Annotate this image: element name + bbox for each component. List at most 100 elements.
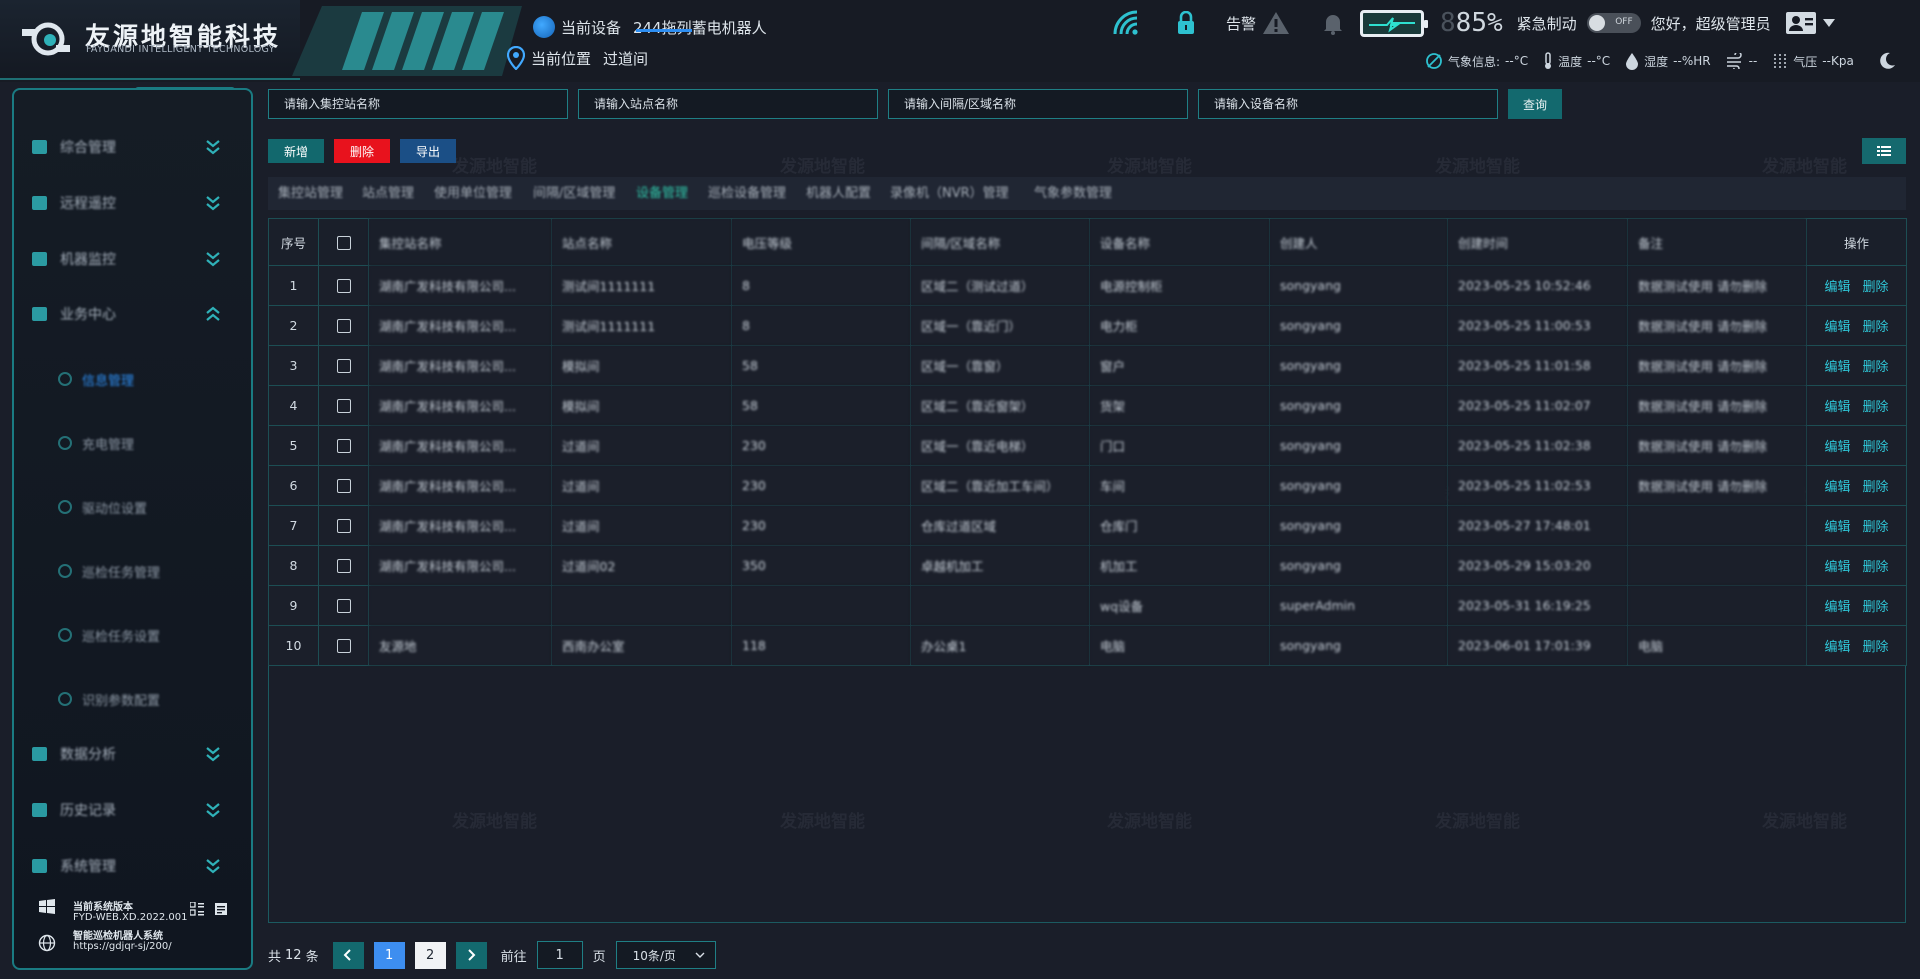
row-checkbox[interactable] (336, 359, 351, 374)
edit-link[interactable]: 编辑 (1824, 360, 1850, 375)
sidebar-sub-drive-position[interactable]: 驱动位设置 (58, 496, 147, 518)
sidebar-item-robot-monitor[interactable]: 机器监控 (32, 246, 232, 272)
tab-weather-params[interactable]: 气象参数管理 (1034, 177, 1112, 210)
tab-site[interactable]: 站点管理 (362, 177, 414, 210)
emergency-toggle[interactable]: OFF (1586, 13, 1641, 33)
device-name-input[interactable] (1198, 89, 1498, 119)
cell-select[interactable] (318, 545, 369, 586)
sidebar-sub-task-settings[interactable]: 巡检任务设置 (58, 624, 160, 646)
tab-area[interactable]: 间隔/区域管理 (533, 177, 615, 210)
tab-device[interactable]: 设备管理 (636, 177, 688, 210)
cell-select[interactable] (318, 385, 369, 426)
delete-link[interactable]: 删除 (1863, 440, 1889, 455)
sidebar-item-comprehensive[interactable]: 综合管理 (32, 134, 232, 160)
cell-site: 模拟间 (551, 385, 732, 426)
table-row: 1 湖南广发科技有限公司... 测试间1111111 8 区域二（测试过道） 电… (268, 265, 1907, 306)
column-menu-button[interactable] (1862, 138, 1906, 164)
cell-created: 2023-05-25 11:00:53 (1447, 305, 1628, 346)
edit-link[interactable]: 编辑 (1824, 400, 1850, 415)
edit-link[interactable]: 编辑 (1824, 440, 1850, 455)
cell-select[interactable] (318, 265, 369, 306)
sidebar-item-system[interactable]: 系统管理 (32, 853, 232, 879)
sidebar-sub-info-management[interactable]: 信息管理 (58, 368, 134, 390)
export-button[interactable]: 导出 (400, 139, 456, 163)
document-icon[interactable] (214, 902, 228, 916)
site-name-input[interactable] (578, 89, 878, 119)
cell-select[interactable] (318, 305, 369, 346)
station-name-input[interactable] (268, 89, 568, 119)
row-checkbox[interactable] (336, 439, 351, 454)
edit-link[interactable]: 编辑 (1824, 320, 1850, 335)
edit-link[interactable]: 编辑 (1824, 520, 1850, 535)
area-name-input[interactable] (888, 89, 1188, 119)
delete-link[interactable]: 删除 (1863, 640, 1889, 655)
next-page-button[interactable] (455, 941, 487, 969)
cell-index: 5 (268, 425, 319, 466)
cell-select[interactable] (318, 465, 369, 506)
edit-link[interactable]: 编辑 (1824, 600, 1850, 615)
cell-select[interactable] (318, 345, 369, 386)
delete-link[interactable]: 删除 (1863, 600, 1889, 615)
user-name: 超级管理员 (1695, 14, 1771, 33)
delete-link[interactable]: 删除 (1863, 400, 1889, 415)
sidebar-sub-charging[interactable]: 充电管理 (58, 432, 134, 454)
query-button[interactable]: 查询 (1508, 89, 1562, 119)
cell-device: 电源控制柜 (1089, 265, 1270, 306)
header-created: 创建时间 (1447, 218, 1628, 266)
row-checkbox[interactable] (336, 279, 351, 294)
add-button[interactable]: 新增 (268, 139, 324, 163)
row-checkbox[interactable] (336, 639, 351, 654)
warning-icon[interactable] (1262, 11, 1290, 35)
moon-icon[interactable] (1877, 51, 1897, 71)
page-size-select[interactable]: 10条/页 (615, 941, 716, 969)
tab-inspection-device[interactable]: 巡检设备管理 (708, 177, 786, 210)
chevron-down-icon[interactable] (1821, 17, 1837, 29)
sidebar-sub-task-management[interactable]: 巡检任务管理 (58, 560, 160, 582)
cell-select[interactable] (318, 625, 369, 666)
sidebar-item-business-center[interactable]: 业务中心 (32, 301, 232, 327)
header-select-all[interactable] (318, 218, 369, 266)
row-checkbox[interactable] (336, 479, 351, 494)
edit-link[interactable]: 编辑 (1824, 640, 1850, 655)
delete-button[interactable]: 删除 (334, 139, 390, 163)
page-2-button[interactable]: 2 (414, 941, 446, 969)
cell-select[interactable] (318, 425, 369, 466)
chevron-right-icon (468, 949, 476, 961)
prev-page-button[interactable] (332, 941, 364, 969)
delete-link[interactable]: 删除 (1863, 560, 1889, 575)
cell-select[interactable] (318, 505, 369, 546)
goto-page-input[interactable] (536, 941, 583, 969)
lock-icon[interactable] (1176, 11, 1196, 35)
delete-link[interactable]: 删除 (1863, 360, 1889, 375)
page-size-value: 10条/页 (632, 948, 676, 963)
edit-link[interactable]: 编辑 (1824, 560, 1850, 575)
monitor-icon (32, 196, 47, 210)
row-checkbox[interactable] (336, 319, 351, 334)
select-all-checkbox[interactable] (336, 235, 351, 250)
delete-link[interactable]: 删除 (1863, 480, 1889, 495)
bell-icon[interactable] (1322, 11, 1344, 35)
row-checkbox[interactable] (336, 399, 351, 414)
tab-unit[interactable]: 使用单位管理 (434, 177, 512, 210)
edit-link[interactable]: 编辑 (1824, 480, 1850, 495)
cell-station: 湖南广发科技有限公司... (368, 265, 552, 306)
tab-nvr[interactable]: 录像机（NVR）管理 (890, 177, 1009, 210)
row-checkbox[interactable] (336, 519, 351, 534)
delete-link[interactable]: 删除 (1863, 320, 1889, 335)
sidebar-item-remote-control[interactable]: 远程遥控 (32, 190, 232, 216)
user-card-icon[interactable] (1785, 11, 1817, 35)
tab-station[interactable]: 集控站管理 (278, 177, 343, 210)
row-checkbox[interactable] (336, 559, 351, 574)
page-1-button[interactable]: 1 (373, 941, 405, 969)
cell-select[interactable] (318, 585, 369, 626)
tab-robot-config[interactable]: 机器人配置 (806, 177, 871, 210)
sidebar-item-history[interactable]: 历史记录 (32, 797, 232, 823)
delete-link[interactable]: 删除 (1863, 520, 1889, 535)
sidebar-sub-recognition[interactable]: 识别参数配置 (58, 688, 160, 710)
system-url[interactable]: https://gdjqr-sj/200/ (73, 941, 172, 952)
grid-icon[interactable] (190, 902, 204, 916)
row-checkbox[interactable] (336, 599, 351, 614)
edit-link[interactable]: 编辑 (1824, 280, 1850, 295)
delete-link[interactable]: 删除 (1863, 280, 1889, 295)
sidebar-item-data-analysis[interactable]: 数据分析 (32, 741, 232, 767)
